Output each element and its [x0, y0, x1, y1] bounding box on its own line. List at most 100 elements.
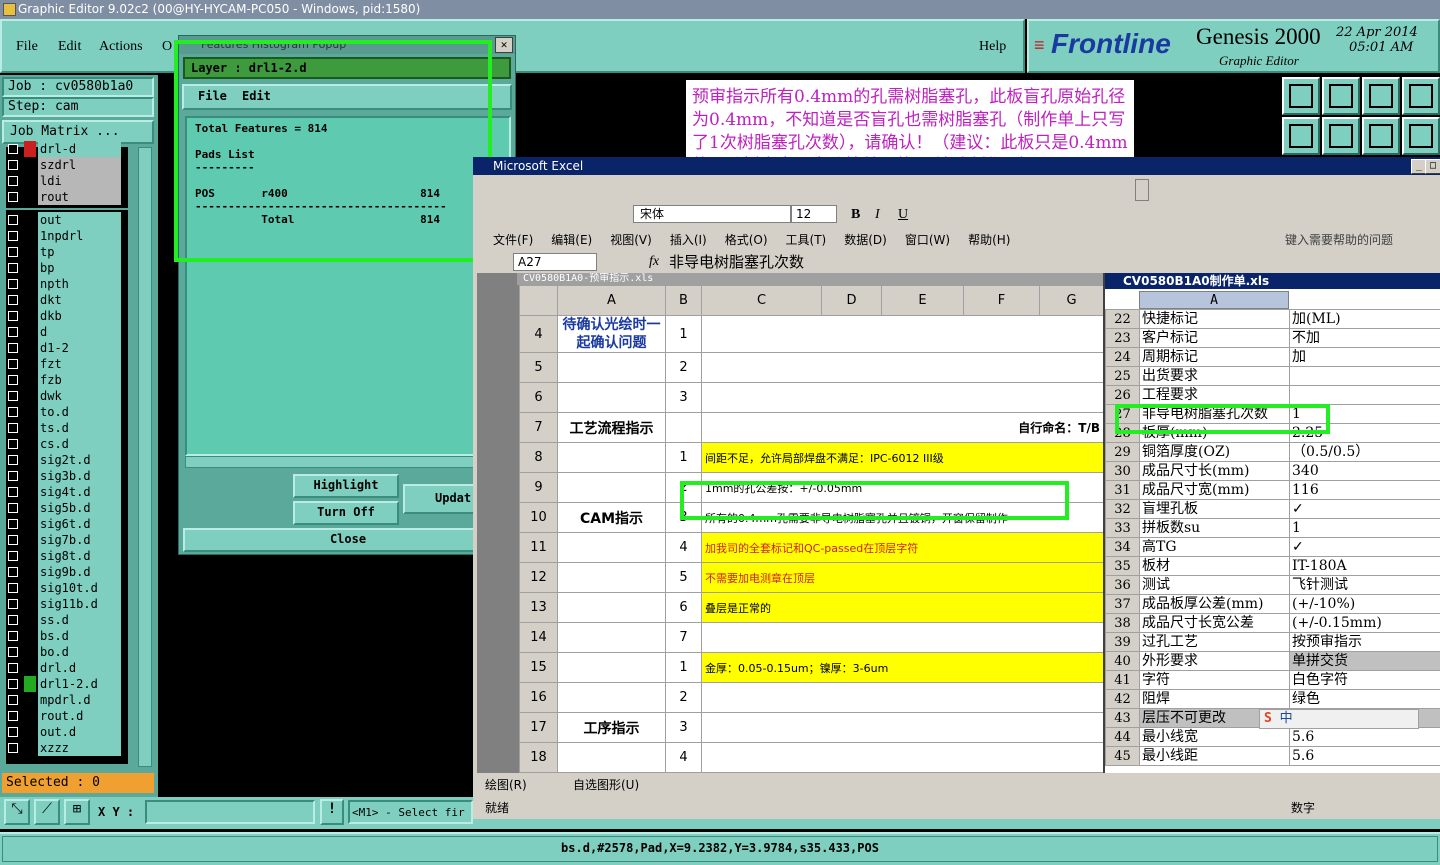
- cell-b[interactable]: [665, 412, 702, 443]
- layer-item[interactable]: mpdrl.d: [6, 692, 122, 708]
- column-header[interactable]: C: [701, 285, 822, 316]
- excel-menu-item[interactable]: 数据(D): [844, 233, 887, 247]
- layer-checkbox[interactable]: [8, 695, 18, 705]
- exclamation-button[interactable]: !: [320, 799, 344, 825]
- layer-checkbox[interactable]: [8, 487, 18, 497]
- row-header[interactable]: 26: [1105, 385, 1140, 405]
- layer-item[interactable]: ldi: [6, 173, 122, 189]
- layer-item[interactable]: cs.d: [6, 436, 122, 452]
- row-header[interactable]: 44: [1105, 727, 1140, 747]
- ime-toolbar[interactable]: S 中: [1259, 709, 1419, 729]
- column-header[interactable]: G: [1039, 285, 1104, 316]
- field-name[interactable]: 过孔工艺: [1139, 632, 1290, 652]
- layer-item[interactable]: bp: [6, 260, 122, 276]
- update-button[interactable]: Updat: [403, 484, 483, 514]
- menu-help[interactable]: Help: [979, 39, 1006, 55]
- layer-checkbox[interactable]: [8, 535, 18, 545]
- field-value[interactable]: IT-180A: [1289, 556, 1440, 576]
- layer-checkbox[interactable]: [8, 391, 18, 401]
- cell-c[interactable]: 加我司的全套标记和QC-passed在顶层字符: [701, 532, 1104, 563]
- layer-item[interactable]: sig4t.d: [6, 484, 122, 500]
- layer-item[interactable]: d: [6, 324, 122, 340]
- cell-c[interactable]: 叠层是正常的: [701, 592, 1104, 623]
- layer-item[interactable]: tp: [6, 244, 122, 260]
- tool-home-icon[interactable]: [1362, 77, 1400, 115]
- layer-checkbox[interactable]: [8, 215, 18, 225]
- row-header[interactable]: 39: [1105, 632, 1140, 652]
- field-value[interactable]: 绿色: [1289, 689, 1440, 709]
- row-header[interactable]: 42: [1105, 689, 1140, 709]
- layer-item[interactable]: dkt: [6, 292, 122, 308]
- excel-menu-item[interactable]: 格式(O): [725, 233, 768, 247]
- layer-checkbox[interactable]: [8, 176, 18, 186]
- cell-b[interactable]: 7: [665, 622, 702, 653]
- cell-b[interactable]: 6: [665, 592, 702, 623]
- cell-c[interactable]: [701, 622, 1104, 653]
- row-header[interactable]: 36: [1105, 575, 1140, 595]
- layer-checkbox[interactable]: [8, 519, 18, 529]
- layer-checkbox[interactable]: [8, 144, 18, 154]
- cell-b[interactable]: 2: [665, 352, 702, 383]
- layer-checkbox[interactable]: [8, 279, 18, 289]
- menu-file[interactable]: File: [16, 39, 38, 55]
- field-name[interactable]: 阻焊: [1139, 689, 1290, 709]
- cell-a[interactable]: [557, 532, 666, 563]
- bold-button[interactable]: B: [851, 207, 860, 223]
- field-name[interactable]: 最小线宽: [1139, 727, 1290, 747]
- cell-b[interactable]: 2: [665, 682, 702, 713]
- layer-checkbox[interactable]: [8, 599, 18, 609]
- layer-checkbox[interactable]: [8, 343, 18, 353]
- layer-checkbox[interactable]: [8, 631, 18, 641]
- row-header[interactable]: 11: [519, 532, 558, 563]
- cell-a[interactable]: [557, 562, 666, 593]
- popup-close-button[interactable]: Close: [183, 528, 513, 552]
- layer-item[interactable]: dwk: [6, 388, 122, 404]
- layer-checkbox[interactable]: [8, 423, 18, 433]
- toolbar-overflow-icon[interactable]: [1135, 179, 1149, 201]
- popup-hscroll[interactable]: [185, 456, 511, 468]
- layer-checkbox[interactable]: [8, 455, 18, 465]
- field-value[interactable]: 按预审指示: [1289, 632, 1440, 652]
- font-size-select[interactable]: 12: [791, 205, 837, 223]
- field-name[interactable]: 成品尺寸长宽公差: [1139, 613, 1290, 633]
- menu-options[interactable]: O: [162, 39, 172, 55]
- autoshape-menu[interactable]: 自选图形(U): [573, 773, 639, 797]
- row-header[interactable]: 17: [519, 712, 558, 743]
- field-name[interactable]: 出货要求: [1139, 366, 1290, 386]
- column-header[interactable]: E: [881, 285, 964, 316]
- excel-menu-item[interactable]: 插入(I): [670, 233, 707, 247]
- field-name[interactable]: 铜箔厚度(OZ): [1139, 442, 1290, 462]
- layer-checkbox[interactable]: [8, 471, 18, 481]
- row-header[interactable]: 16: [519, 682, 558, 713]
- cell-c[interactable]: 间距不足，允许局部焊盘不满足：IPC-6012 III级: [701, 442, 1104, 473]
- tool-io-icon[interactable]: [1362, 117, 1400, 155]
- field-name[interactable]: 成品尺寸长(mm): [1139, 461, 1290, 481]
- layer-checkbox[interactable]: [8, 551, 18, 561]
- field-value[interactable]: 340: [1289, 461, 1440, 481]
- row-header[interactable]: 35: [1105, 556, 1140, 576]
- cell-a[interactable]: [557, 442, 666, 473]
- turn-off-button[interactable]: Turn Off: [293, 501, 399, 525]
- field-value[interactable]: （0.5/0.5）: [1289, 442, 1440, 462]
- layer-checkbox[interactable]: [8, 743, 18, 753]
- cell-a[interactable]: [557, 622, 666, 653]
- help-search-field[interactable]: 键入需要帮助的问题: [1285, 231, 1393, 248]
- cell-a[interactable]: [557, 472, 666, 503]
- field-name[interactable]: 板材: [1139, 556, 1290, 576]
- cell-b[interactable]: 1: [665, 652, 702, 683]
- row-header[interactable]: 6: [519, 382, 558, 413]
- field-value[interactable]: ✓: [1289, 537, 1440, 557]
- column-header[interactable]: D: [821, 285, 882, 316]
- field-value[interactable]: (+/-0.15mm): [1289, 613, 1440, 633]
- measure-icon[interactable]: ⟋: [34, 799, 60, 825]
- layer-item[interactable]: sig10t.d: [6, 580, 122, 596]
- row-header[interactable]: 10: [519, 502, 558, 533]
- layer-item[interactable]: fzt: [6, 356, 122, 372]
- field-name[interactable]: 最小线距: [1139, 746, 1290, 766]
- row-header[interactable]: 33: [1105, 518, 1140, 538]
- underline-button[interactable]: U: [898, 207, 908, 223]
- layer-checkbox[interactable]: [8, 679, 18, 689]
- layer-checkbox[interactable]: [8, 615, 18, 625]
- layer-checkbox[interactable]: [8, 263, 18, 273]
- row-header[interactable]: 32: [1105, 499, 1140, 519]
